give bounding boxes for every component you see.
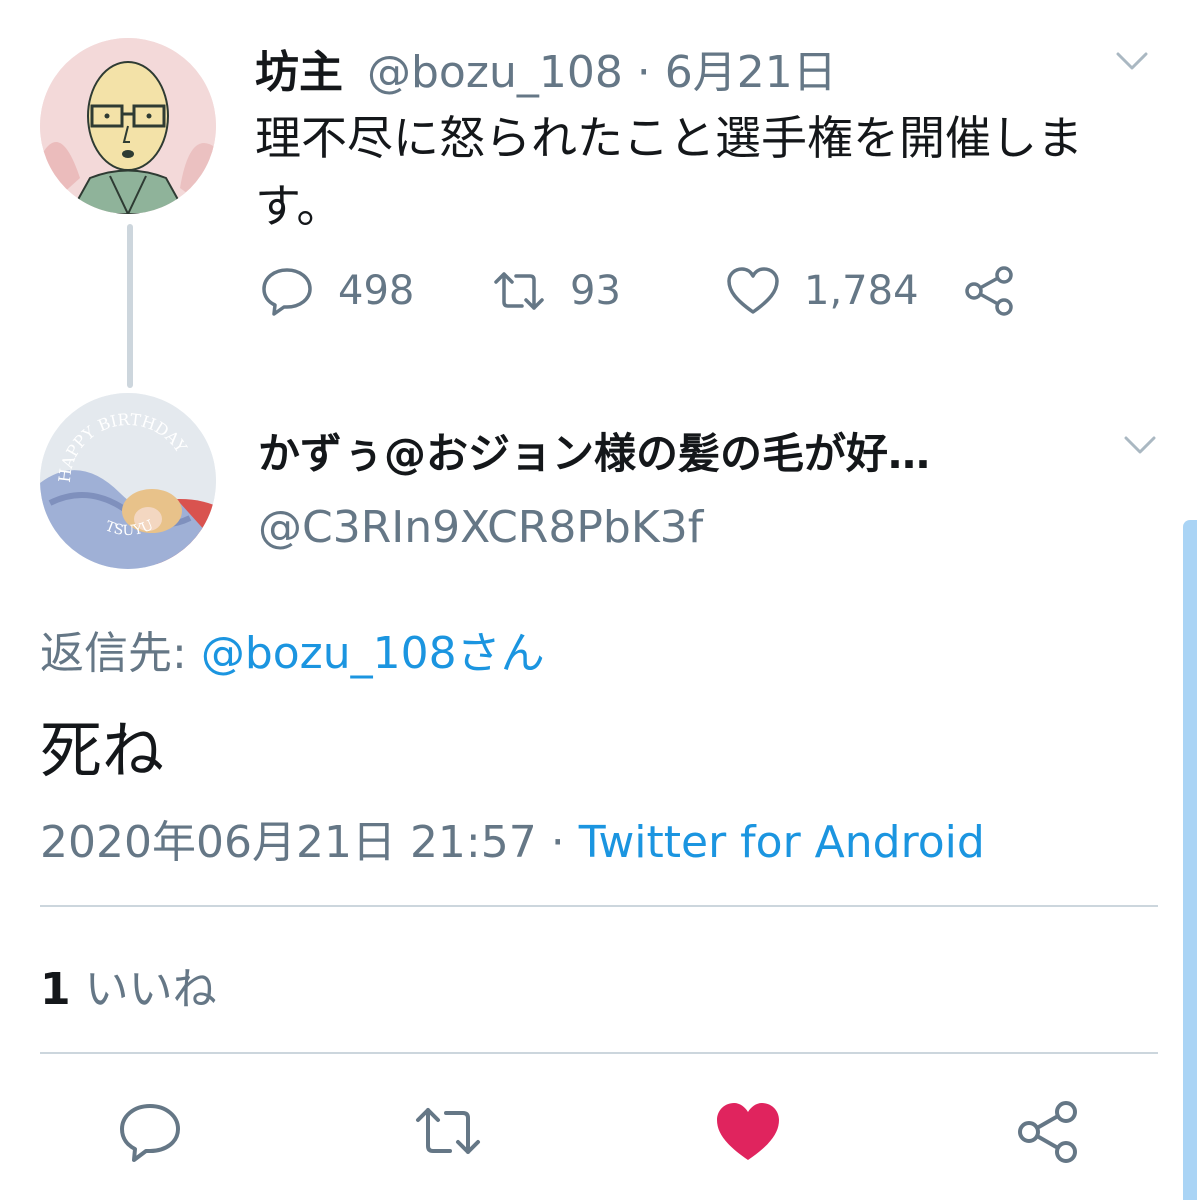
avatar-bozu[interactable] xyxy=(40,38,216,214)
share-nodes-icon[interactable] xyxy=(960,262,1018,320)
reply-to-mention[interactable]: @bozu_108さん xyxy=(201,628,545,679)
reply-tweet-text: 死ね xyxy=(40,714,165,787)
reply-action[interactable]: 498 xyxy=(258,262,414,320)
comment-bubble-icon xyxy=(262,268,312,316)
retweet-count: 93 xyxy=(570,268,621,314)
thread-connector-line xyxy=(127,224,133,388)
retweet-arrows-icon xyxy=(494,272,544,310)
parent-handle-date[interactable]: @bozu_108 · 6月21日 xyxy=(367,36,837,100)
reply-to-line: 返信先: @bozu_108さん xyxy=(40,617,545,681)
meta-separator: · xyxy=(536,817,579,868)
source-link[interactable]: Twitter for Android xyxy=(579,817,985,868)
timestamp: 2020年06月21日 21:57 xyxy=(40,817,537,868)
avatar-kazuu[interactable]: HAPPY BIRTHDAY TSUYU xyxy=(40,393,216,569)
reply-to-label: 返信先: xyxy=(40,628,201,679)
likes-summary[interactable]: 1 いいね xyxy=(40,953,217,1017)
scrollbar[interactable] xyxy=(1183,520,1197,1200)
reply-count: 498 xyxy=(338,268,415,314)
divider xyxy=(40,905,1158,907)
divider xyxy=(40,1052,1158,1054)
like-action[interactable]: 1,784 xyxy=(724,262,919,320)
parent-display-name[interactable]: 坊主 xyxy=(255,36,343,100)
heart-icon[interactable] xyxy=(712,1096,784,1168)
reply-display-name[interactable]: かずぅ@おジョン様の髪の毛が好… xyxy=(258,420,930,481)
comment-bubble-icon[interactable] xyxy=(114,1096,186,1168)
parent-tweet-text: 理不尽に怒られたこと選手権を開催します。 xyxy=(255,111,1083,233)
likes-count: 1 xyxy=(40,964,71,1015)
tweet-detail-screen: 坊主 @bozu_108 · 6月21日 理不尽に怒られたこと選手権を開催します… xyxy=(0,0,1197,1200)
share-nodes-icon[interactable] xyxy=(1012,1096,1084,1168)
tweet-meta: 2020年06月21日 21:57 · Twitter for Android xyxy=(40,806,985,870)
heart-icon xyxy=(727,267,779,314)
like-count: 1,784 xyxy=(804,268,919,314)
reply-handle[interactable]: @C3RIn9XCR8PbK3f xyxy=(258,502,703,553)
likes-label: いいね xyxy=(70,964,217,1015)
chevron-down-icon[interactable] xyxy=(1112,40,1152,80)
retweet-arrows-icon[interactable] xyxy=(412,1096,484,1168)
retweet-action[interactable]: 93 xyxy=(490,262,621,320)
chevron-down-icon[interactable] xyxy=(1120,424,1160,464)
